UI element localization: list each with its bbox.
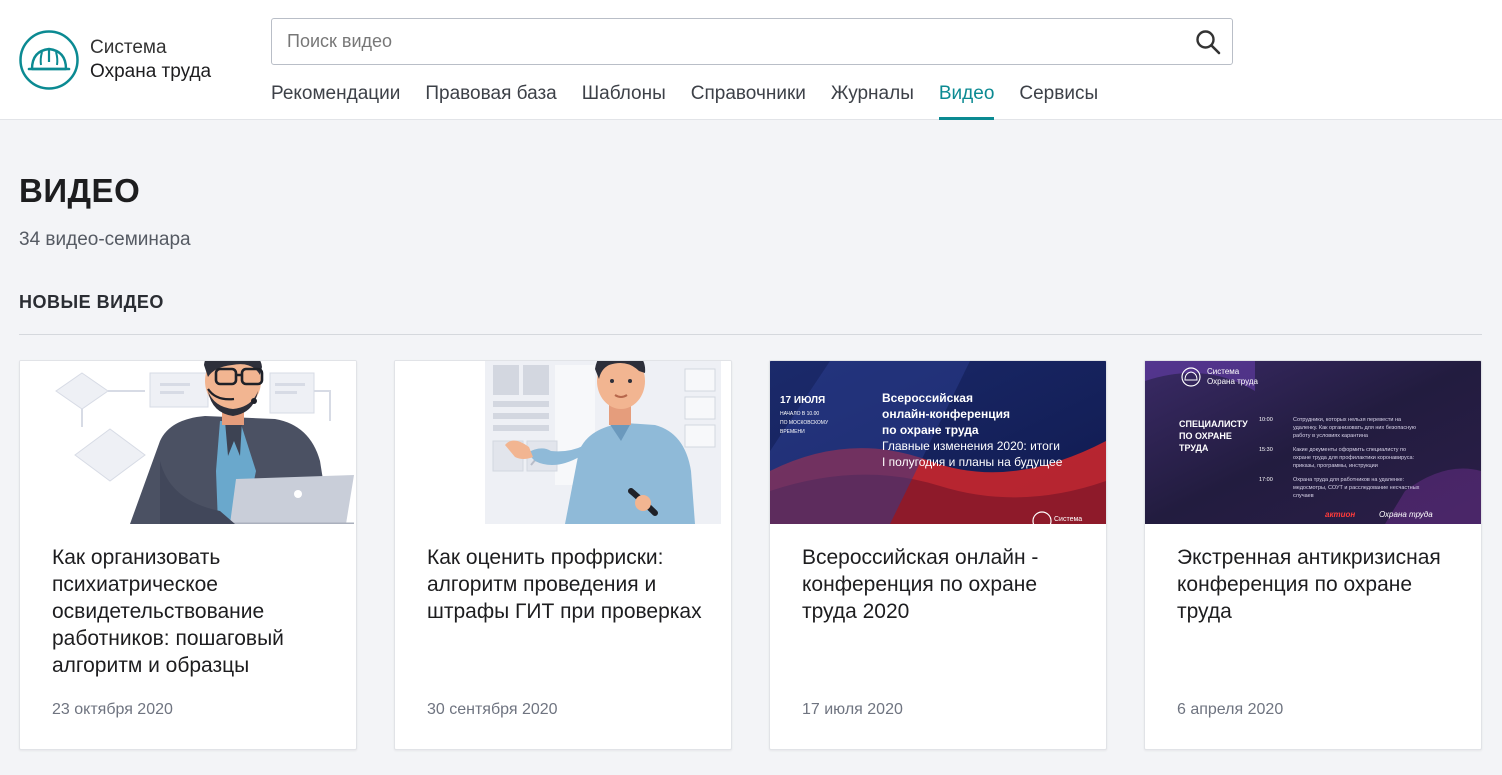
man-presenting-illustration [395,361,731,524]
banner-head-2: ПО ОХРАНЕ [1179,431,1232,441]
banner-sub-2: I полугодия и планы на будущее [882,455,1063,469]
nav-item-video[interactable]: Видео [938,82,994,120]
video-card[interactable]: Система Охрана труда СПЕЦИАЛИСТУ ПО ОХРА… [1144,360,1482,750]
banner-time-3: ВРЕМЕНИ [780,429,805,435]
brand-line-2: Охрана труда [90,61,212,82]
banner-headline-2: онлайн-конференция [882,407,1010,421]
nav-item-templates[interactable]: Шаблоны [582,82,666,120]
banner-brand-2: Охрана труда [1207,377,1258,386]
nav-item-legal-base[interactable]: Правовая база [425,82,556,120]
brand-name: Система Охрана труда [90,36,211,84]
banner-time-2: ПО МОСКОВСКОМУ [780,420,829,426]
nav-item-services[interactable]: Сервисы [1019,82,1098,120]
video-thumbnail[interactable] [395,361,731,524]
banner-sub-1: Главные изменения 2020: итоги [882,439,1060,453]
brand-line-1: Система [90,37,167,58]
video-title[interactable]: Как оценить профриски: алгоритм проведен… [427,544,707,625]
agenda-item-3a: Охрана труда для работников на удаленке: [1293,477,1405,483]
banner-head-1: СПЕЦИАЛИСТУ [1179,419,1248,429]
main-nav: Рекомендации Правовая база Шаблоны Справ… [271,82,1123,120]
brand-logo[interactable]: Система Охрана труда [18,28,248,92]
search-box [271,18,1233,65]
nav-item-journals[interactable]: Журналы [831,82,914,120]
nav-item-reference[interactable]: Справочники [691,82,806,120]
video-thumbnail[interactable]: Система Охрана труда СПЕЦИАЛИСТУ ПО ОХРА… [1145,361,1481,524]
banner-brand-1: Система [1207,367,1240,376]
banner-headline-1: Всероссийская [882,391,973,405]
agenda-item-1c: работу в условиях карантина [1293,433,1368,439]
banner-head-3: ТРУДА [1179,443,1209,453]
agenda-item-2b: охране труда для профилактики коронавиру… [1293,455,1415,461]
video-count: 34 видео-семинара [19,229,191,250]
video-title[interactable]: Экстренная антикризисная конференция по … [1177,544,1457,625]
banner-headline-3: по охране труда [882,423,979,437]
agenda-item-2c: приказы, программы, инструкции [1293,463,1378,469]
video-card[interactable]: Как организовать психиатрическое освидет… [19,360,357,750]
search-input[interactable] [272,19,1172,64]
video-card[interactable]: Как оценить профриски: алгоритм проведен… [394,360,732,750]
agenda-item-3b: медосмотры, СОУТ и расследование несчаст… [1293,485,1420,491]
video-card-list: Как организовать психиатрическое освидет… [19,360,1482,750]
agenda-time-3: 17:00 [1259,477,1273,483]
agenda-item-2a: Какие документы оформить специалисту по [1293,447,1407,453]
agenda-time-1: 10:00 [1259,417,1273,423]
banner-footer-text: Охрана труда [1379,510,1433,519]
banner-brand: Система [1054,516,1083,523]
video-thumbnail[interactable] [20,361,356,524]
video-thumbnail[interactable]: 17 ИЮЛЯ НАЧАЛО В 10.00 ПО МОСКОВСКОМУ ВР… [770,361,1106,524]
nav-item-recommendations[interactable]: Рекомендации [271,82,400,120]
video-date: 6 апреля 2020 [1177,701,1284,718]
search-icon[interactable] [1194,28,1222,56]
video-title[interactable]: Как организовать психиатрическое освидет… [52,544,332,679]
section-divider [19,334,1482,335]
hard-hat-icon [19,30,79,90]
page-title: ВИДЕО [19,172,141,209]
man-with-laptop-illustration [20,361,356,524]
banner-time-1: НАЧАЛО В 10.00 [780,411,820,417]
agenda-time-2: 15:30 [1259,447,1273,453]
site-header: Система Охрана труда Рекомендации Правов… [0,0,1502,120]
banner-date: 17 ИЮЛЯ [780,395,826,406]
video-title[interactable]: Всероссийская онлайн - конференция по ох… [802,544,1082,625]
section-title-new-videos: НОВЫЕ ВИДЕО [19,292,164,312]
agenda-item-3c: случаев [1293,493,1314,499]
banner-footer-brand: актион [1325,510,1356,519]
video-date: 30 сентября 2020 [427,701,558,718]
video-date: 23 октября 2020 [52,701,173,718]
agenda-item-1a: Сотрудники, которых нельзя перевести на [1293,417,1402,423]
video-card[interactable]: 17 ИЮЛЯ НАЧАЛО В 10.00 ПО МОСКОВСКОМУ ВР… [769,360,1107,750]
agenda-item-1b: удаленку. Как организовать для них безоп… [1293,425,1417,431]
video-date: 17 июля 2020 [802,701,903,718]
